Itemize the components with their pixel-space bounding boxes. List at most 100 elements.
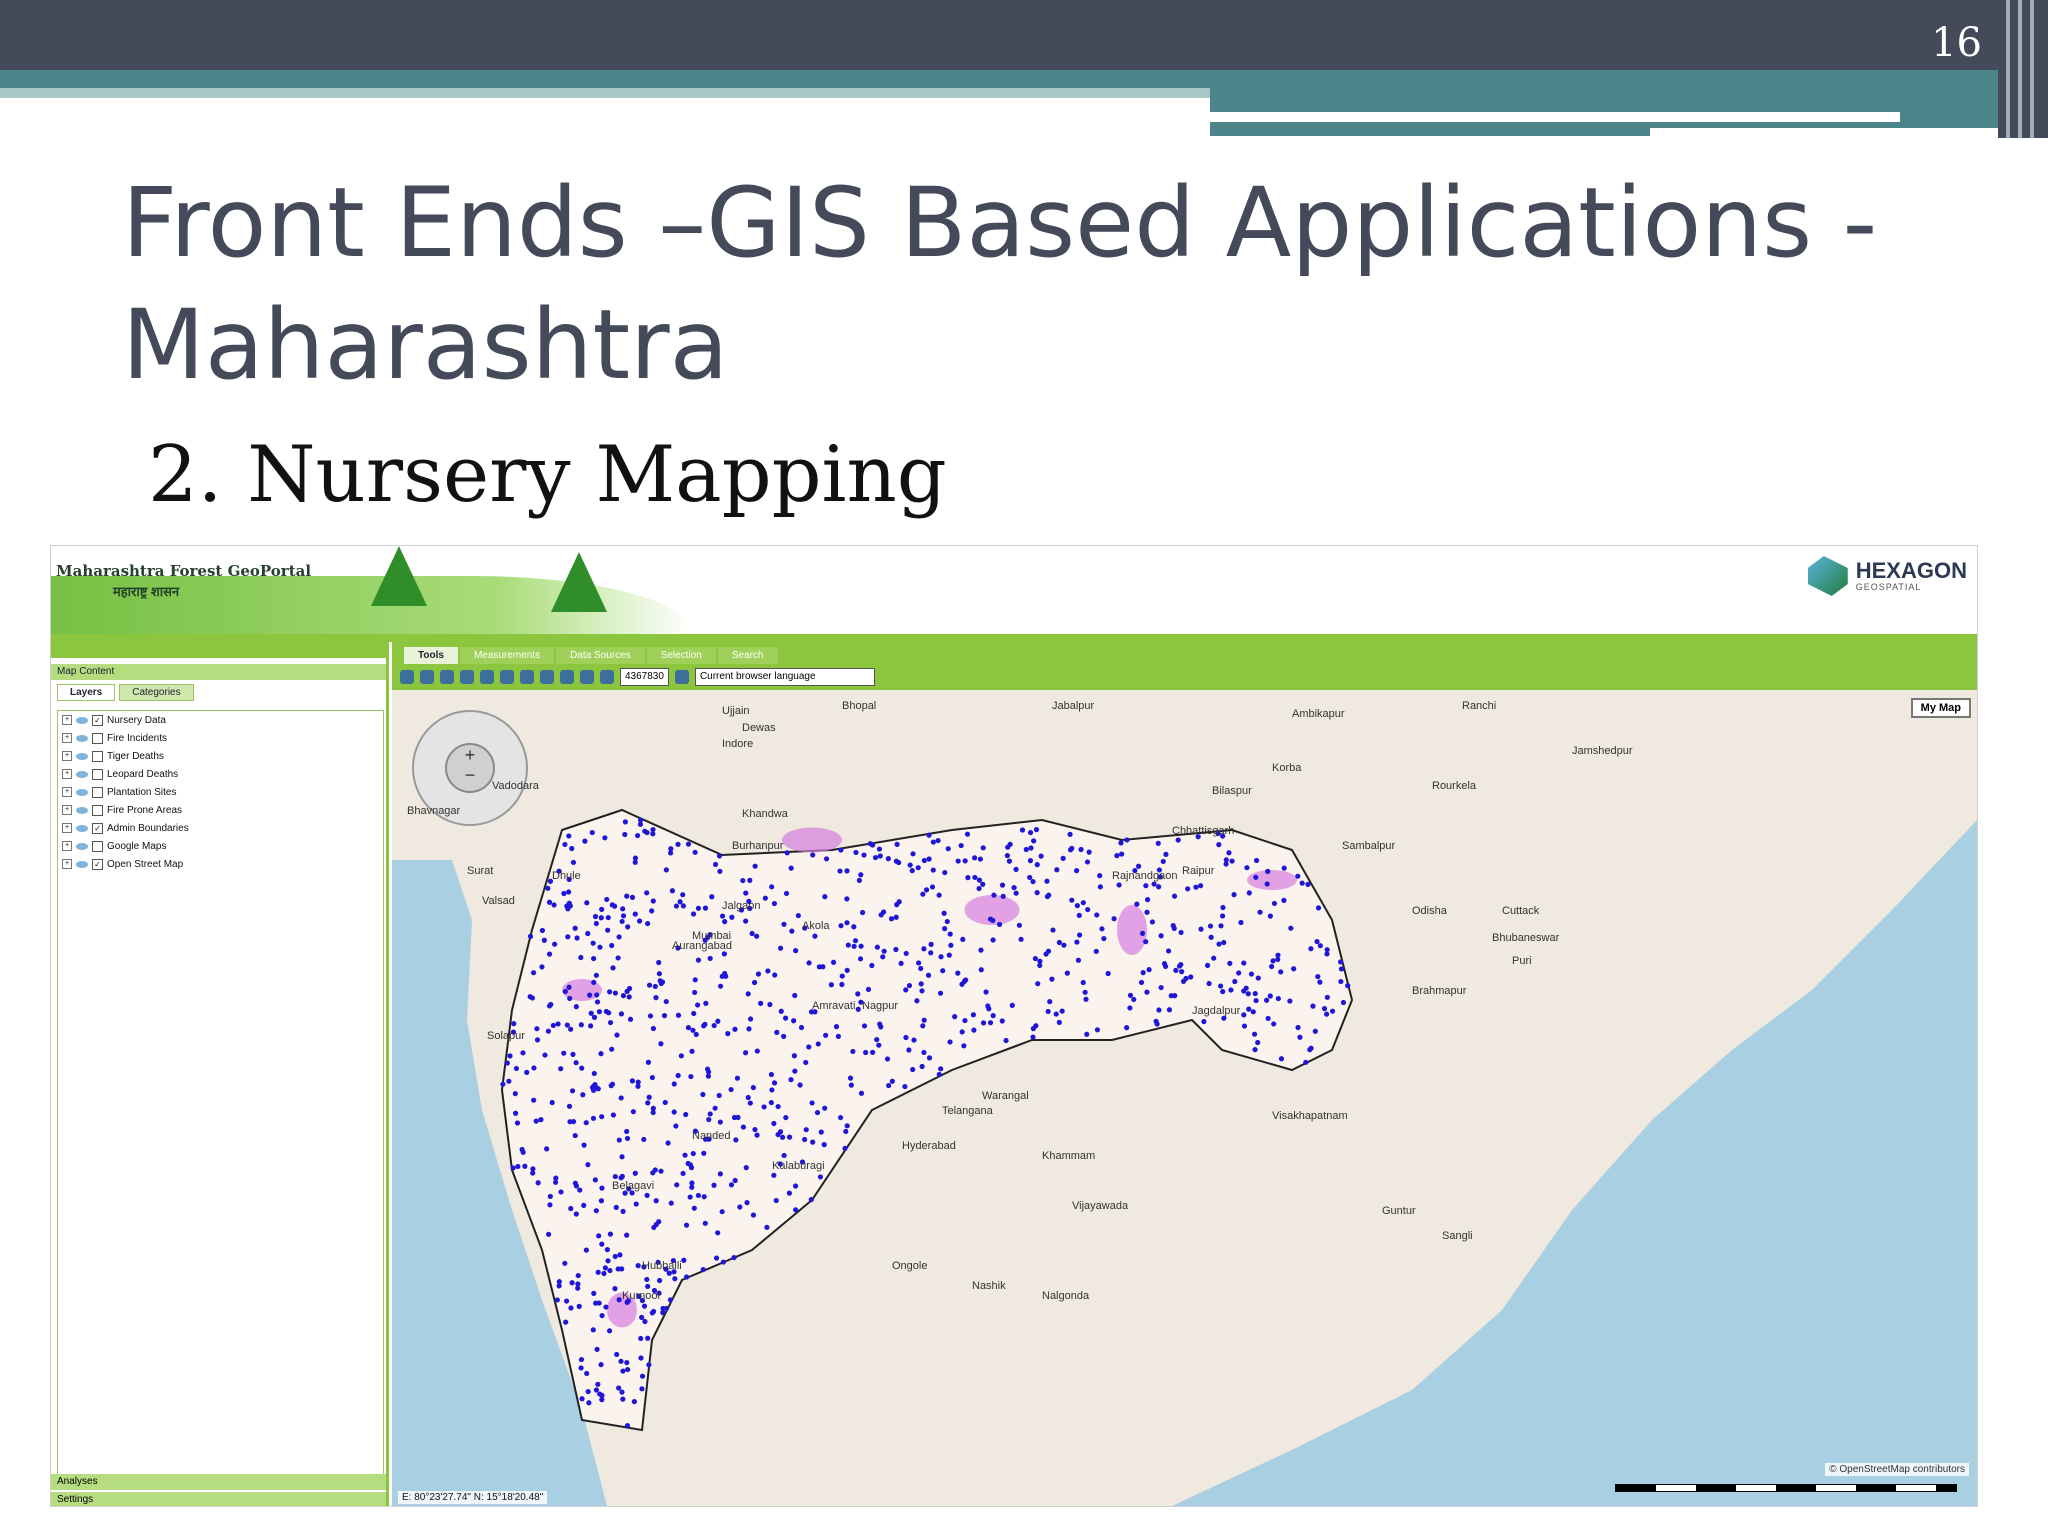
nursery-point[interactable] <box>793 1207 799 1213</box>
nursery-point[interactable] <box>722 970 728 977</box>
nursery-point[interactable] <box>671 1109 677 1115</box>
nursery-point[interactable] <box>980 1020 987 1026</box>
nursery-point[interactable] <box>568 1305 574 1311</box>
nursery-point[interactable] <box>565 934 571 940</box>
nursery-point[interactable] <box>535 1180 541 1186</box>
nursery-point[interactable] <box>692 977 698 983</box>
nursery-point[interactable] <box>1023 846 1029 853</box>
layer-item[interactable]: + Fire Incidents <box>58 729 383 747</box>
nursery-point[interactable] <box>769 1087 775 1093</box>
nursery-point[interactable] <box>914 998 920 1004</box>
nursery-point[interactable] <box>721 951 727 957</box>
nursery-point[interactable] <box>547 1202 553 1208</box>
nursery-point[interactable] <box>629 1078 636 1084</box>
nursery-point[interactable] <box>1172 993 1178 999</box>
nursery-point[interactable] <box>962 1017 968 1024</box>
nursery-point[interactable] <box>639 1373 646 1379</box>
nursery-point[interactable] <box>1257 909 1263 915</box>
nursery-point[interactable] <box>716 1092 722 1099</box>
nursery-point[interactable] <box>593 972 599 978</box>
nursery-point[interactable] <box>607 989 613 995</box>
nursery-point[interactable] <box>1211 955 1217 961</box>
nursery-point[interactable] <box>903 987 909 993</box>
nursery-point[interactable] <box>570 859 577 866</box>
nursery-point[interactable] <box>576 1303 582 1309</box>
nursery-point[interactable] <box>665 1140 671 1146</box>
nursery-point[interactable] <box>1111 916 1117 922</box>
nursery-point[interactable] <box>531 1065 537 1071</box>
nursery-point[interactable] <box>1216 842 1222 848</box>
nursery-point[interactable] <box>918 981 924 987</box>
nursery-point[interactable] <box>635 1263 641 1269</box>
layer-item[interactable]: + Fire Prone Areas <box>58 801 383 819</box>
nursery-point[interactable] <box>1250 1009 1256 1015</box>
nursery-point[interactable] <box>619 918 625 925</box>
nursery-point[interactable] <box>877 853 883 859</box>
nursery-point[interactable] <box>691 1205 697 1211</box>
nursery-point[interactable] <box>902 1083 908 1090</box>
nursery-point[interactable] <box>1175 837 1181 843</box>
nursery-point[interactable] <box>1144 897 1151 903</box>
nursery-point[interactable] <box>814 1109 821 1116</box>
nursery-point[interactable] <box>844 920 850 926</box>
tab-categories[interactable]: Categories <box>119 684 194 701</box>
nursery-point[interactable] <box>644 890 650 896</box>
nursery-point[interactable] <box>789 928 795 934</box>
nursery-point[interactable] <box>677 899 683 905</box>
nursery-point[interactable] <box>1080 979 1086 986</box>
nursery-point[interactable] <box>546 899 553 905</box>
nursery-point[interactable] <box>706 1116 712 1123</box>
nursery-point[interactable] <box>788 865 794 871</box>
nursery-point[interactable] <box>620 1396 626 1402</box>
nursery-point[interactable] <box>561 890 567 897</box>
nursery-point[interactable] <box>647 1013 654 1019</box>
nursery-point[interactable] <box>1082 989 1088 995</box>
nursery-point[interactable] <box>740 1124 747 1130</box>
nursery-point[interactable] <box>620 913 627 919</box>
nursery-point[interactable] <box>1299 880 1305 886</box>
nursery-point[interactable] <box>522 1163 528 1169</box>
nursery-point[interactable] <box>762 895 768 901</box>
nursery-point[interactable] <box>938 954 944 960</box>
nursery-point[interactable] <box>650 898 656 904</box>
nursery-point[interactable] <box>1183 975 1189 982</box>
nursery-point[interactable] <box>1228 987 1234 993</box>
nursery-point[interactable] <box>642 1318 648 1325</box>
nursery-point[interactable] <box>773 1197 779 1204</box>
layer-item[interactable]: + ✓ Admin Boundaries <box>58 819 383 837</box>
nursery-point[interactable] <box>828 982 834 988</box>
nursery-point[interactable] <box>667 1297 673 1303</box>
nursery-point[interactable] <box>1139 930 1146 936</box>
nursery-point[interactable] <box>893 914 899 920</box>
nursery-point[interactable] <box>645 920 651 927</box>
nursery-point[interactable] <box>1030 1034 1036 1040</box>
nursery-point[interactable] <box>638 1335 644 1342</box>
nursery-point[interactable] <box>607 1267 613 1274</box>
nursery-point[interactable] <box>683 1111 689 1118</box>
nursery-point[interactable] <box>959 981 965 987</box>
nursery-point[interactable] <box>1127 992 1134 998</box>
nursery-point[interactable] <box>918 965 924 972</box>
save-icon[interactable] <box>460 670 474 684</box>
nursery-point[interactable] <box>619 1266 625 1272</box>
layer-checkbox[interactable]: ✓ <box>92 858 103 870</box>
nursery-point[interactable] <box>852 938 859 944</box>
nursery-point[interactable] <box>844 896 850 902</box>
nursery-point[interactable] <box>921 946 927 952</box>
nursery-point[interactable] <box>566 889 572 895</box>
nursery-point[interactable] <box>551 902 557 908</box>
nursery-point[interactable] <box>593 920 599 927</box>
nursery-point[interactable] <box>564 1298 570 1304</box>
nursery-point[interactable] <box>972 855 978 861</box>
nursery-point[interactable] <box>903 950 909 957</box>
nursery-point[interactable] <box>616 1297 622 1303</box>
nursery-point[interactable] <box>893 858 899 864</box>
nursery-point[interactable] <box>1075 957 1082 963</box>
nursery-point[interactable] <box>844 967 850 973</box>
nursery-point[interactable] <box>874 1037 880 1043</box>
nursery-point[interactable] <box>597 944 603 950</box>
nursery-point[interactable] <box>1252 1047 1258 1053</box>
nursery-point[interactable] <box>876 846 883 852</box>
nursery-point[interactable] <box>668 850 674 856</box>
nursery-point[interactable] <box>777 945 784 951</box>
